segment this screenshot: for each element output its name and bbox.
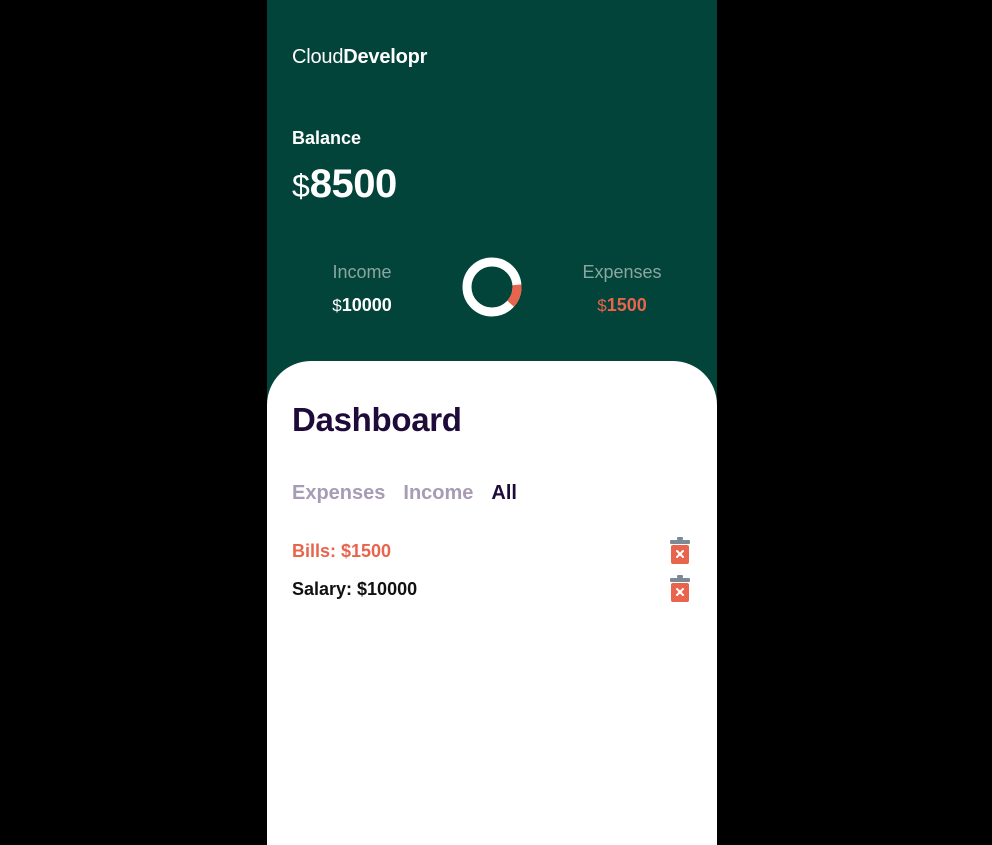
brand-logo-light: Cloud: [292, 46, 344, 68]
expenses-label: Expenses: [582, 262, 662, 282]
income-summary: Income $10000: [292, 262, 432, 316]
income-expense-donut: [462, 257, 522, 317]
transaction-text: Salary: $10000: [292, 578, 418, 599]
app-screen: CloudDevelopr Balance $8500 Income $1000…: [267, 0, 717, 845]
transaction-list: Bills: $1500 Salary: $10000: [292, 532, 692, 608]
tab-income[interactable]: Income: [403, 482, 473, 505]
tab-expenses[interactable]: Expenses: [292, 482, 385, 505]
tab-all[interactable]: All: [491, 482, 517, 505]
brand-logo: CloudDevelopr: [292, 46, 427, 69]
expenses-value: 1500: [606, 295, 647, 315]
filter-tabs: Expenses Income All: [292, 482, 517, 505]
dashboard-title: Dashboard: [292, 401, 462, 438]
brand-logo-bold: Developr: [343, 46, 428, 68]
income-label: Income: [332, 262, 392, 282]
income-currency: $: [332, 296, 342, 315]
expenses-amount: $1500: [552, 295, 692, 316]
income-value: 10000: [341, 295, 392, 315]
transaction-row: Salary: $10000: [292, 570, 692, 608]
balance-label: Balance: [292, 128, 362, 148]
income-amount: $10000: [292, 295, 432, 316]
delete-trash-icon[interactable]: [669, 537, 691, 565]
balance-amount: $8500: [292, 164, 397, 204]
expenses-currency: $: [597, 296, 607, 315]
expenses-summary: Expenses $1500: [552, 262, 692, 316]
transaction-row: Bills: $1500: [292, 532, 692, 570]
dashboard-card: Dashboard Expenses Income All Bills: $15…: [267, 361, 717, 845]
delete-trash-icon[interactable]: [669, 575, 691, 603]
balance-currency: $: [292, 168, 310, 204]
donut-income-ring: [462, 257, 522, 317]
transaction-text: Bills: $1500: [292, 540, 392, 561]
balance-value: 8500: [309, 162, 397, 206]
